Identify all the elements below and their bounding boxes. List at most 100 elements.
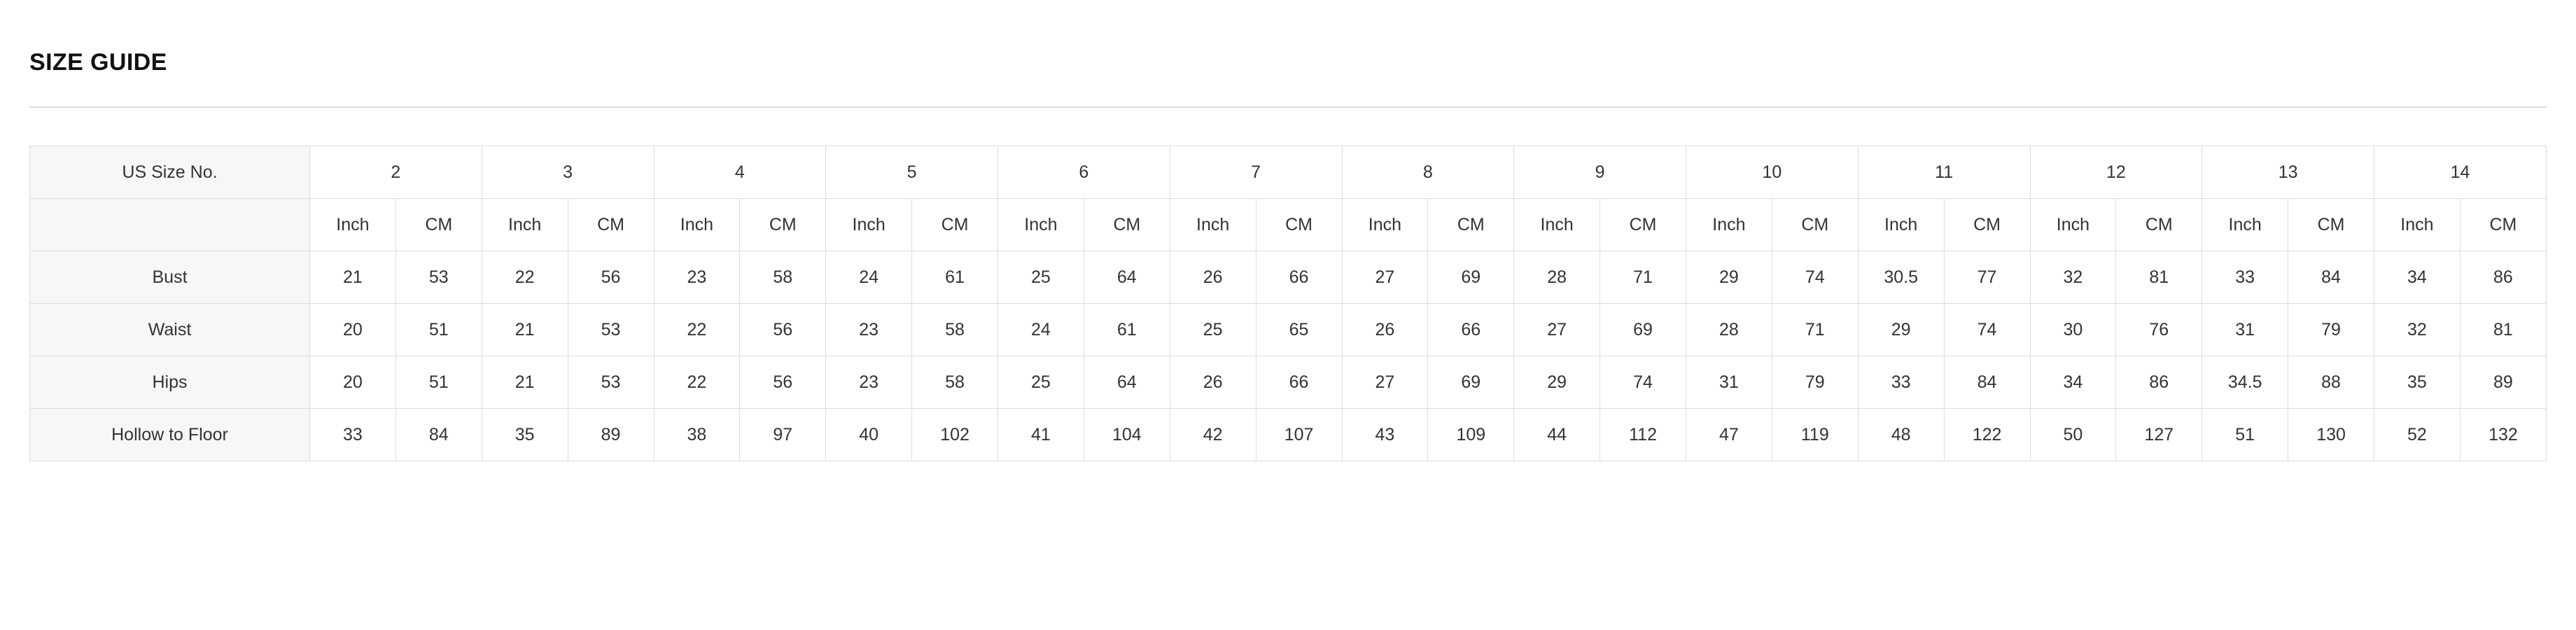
cell-waist-7-inch: 25	[1169, 303, 1256, 356]
cell-hips-5-inch: 23	[825, 356, 913, 409]
cell-waist-6-inch: 24	[997, 303, 1084, 356]
cell-hips-3-inch: 21	[481, 356, 568, 409]
unit-header-2-cm: CM	[395, 198, 482, 251]
cell-waist-7-cm: 65	[1255, 303, 1343, 356]
table-row: Waist 20 51 21 53 22 56 23 58 24 61 25 65 26 66 27 69 28 7…	[29, 303, 2547, 356]
cell-waist-13-inch: 31	[2202, 303, 2289, 356]
size-header-4: 4	[653, 146, 827, 199]
row-label-hollow-to-floor: Hollow to Floor	[29, 408, 310, 461]
cell-waist-3-inch: 21	[481, 303, 568, 356]
unit-header-7-cm: CM	[1255, 198, 1343, 251]
cell-bust-5-inch: 24	[825, 251, 913, 304]
unit-header-11-inch: Inch	[1857, 198, 1945, 251]
unit-header-5-inch: Inch	[825, 198, 913, 251]
cell-hollow-to-floor-7-inch: 42	[1169, 408, 1256, 461]
unit-header-12-cm: CM	[2115, 198, 2203, 251]
size-header-7: 7	[1169, 146, 1343, 199]
size-guide-table: US Size No. 2 3 4 5 6 7 8 9 10 11 12 13 14 Inch CM Inch C…	[29, 146, 2547, 461]
cell-waist-8-inch: 26	[1341, 303, 1429, 356]
size-header-6: 6	[997, 146, 1170, 199]
cell-waist-10-inch: 28	[1686, 303, 1772, 356]
unit-header-13-cm: CM	[2288, 198, 2374, 251]
cell-waist-9-cm: 69	[1600, 303, 1686, 356]
cell-bust-14-cm: 86	[2459, 251, 2547, 304]
size-header-11: 11	[1857, 146, 2031, 199]
cell-hollow-to-floor-11-inch: 48	[1857, 408, 1945, 461]
cell-waist-12-inch: 30	[2029, 303, 2117, 356]
cell-waist-4-cm: 56	[739, 303, 827, 356]
cell-waist-14-cm: 81	[2459, 303, 2547, 356]
cell-hollow-to-floor-6-inch: 41	[997, 408, 1084, 461]
cell-bust-12-inch: 32	[2029, 251, 2117, 304]
cell-hollow-to-floor-5-inch: 40	[825, 408, 913, 461]
cell-hips-12-inch: 34	[2029, 356, 2117, 409]
cell-waist-2-inch: 20	[309, 303, 396, 356]
cell-hips-11-inch: 33	[1857, 356, 1945, 409]
unit-header-3-cm: CM	[567, 198, 654, 251]
cell-bust-2-cm: 53	[395, 251, 482, 304]
unit-label-blank-cell	[29, 198, 310, 251]
cell-waist-11-cm: 74	[1943, 303, 2031, 356]
cell-bust-7-inch: 26	[1169, 251, 1256, 304]
cell-hollow-to-floor-14-inch: 52	[2374, 408, 2460, 461]
cell-hips-13-cm: 88	[2288, 356, 2374, 409]
cell-hips-4-cm: 56	[739, 356, 827, 409]
table-row: Bust 21 53 22 56 23 58 24 61 25 64 26 66 27 69 28 71 29 74…	[29, 251, 2547, 304]
cell-hips-12-cm: 86	[2115, 356, 2203, 409]
cell-hips-14-inch: 35	[2374, 356, 2460, 409]
title-divider	[29, 106, 2547, 108]
size-header-13: 13	[2202, 146, 2374, 199]
cell-hollow-to-floor-6-cm: 104	[1083, 408, 1170, 461]
cell-bust-6-inch: 25	[997, 251, 1084, 304]
cell-hollow-to-floor-14-cm: 132	[2459, 408, 2547, 461]
cell-hips-3-cm: 53	[567, 356, 654, 409]
cell-bust-9-cm: 71	[1600, 251, 1686, 304]
size-label-cell: US Size No.	[29, 146, 310, 199]
unit-header-7-inch: Inch	[1169, 198, 1256, 251]
cell-hollow-to-floor-2-inch: 33	[309, 408, 396, 461]
cell-bust-11-cm: 77	[1943, 251, 2031, 304]
cell-hips-9-inch: 29	[1513, 356, 1601, 409]
cell-hips-11-cm: 84	[1943, 356, 2031, 409]
row-label-waist: Waist	[29, 303, 310, 356]
cell-hollow-to-floor-3-cm: 89	[567, 408, 654, 461]
cell-hollow-to-floor-10-inch: 47	[1686, 408, 1772, 461]
cell-hollow-to-floor-3-inch: 35	[481, 408, 568, 461]
cell-hips-2-cm: 51	[395, 356, 482, 409]
size-table-container: US Size No. 2 3 4 5 6 7 8 9 10 11 12 13 14 Inch CM Inch C…	[29, 146, 2547, 461]
cell-bust-9-inch: 28	[1513, 251, 1601, 304]
unit-header-8-inch: Inch	[1341, 198, 1429, 251]
size-guide-page: SIZE GUIDE US Size No. 2 3 4 5 6 7 8 9 10 11 12 13 14…	[0, 0, 2576, 630]
cell-hips-2-inch: 20	[309, 356, 396, 409]
cell-bust-10-cm: 74	[1771, 251, 1858, 304]
unit-header-12-inch: Inch	[2029, 198, 2117, 251]
unit-header-8-cm: CM	[1427, 198, 1515, 251]
cell-bust-13-inch: 33	[2202, 251, 2289, 304]
cell-bust-6-cm: 64	[1083, 251, 1170, 304]
cell-bust-14-inch: 34	[2374, 251, 2460, 304]
cell-hollow-to-floor-4-cm: 97	[739, 408, 827, 461]
unit-header-11-cm: CM	[1943, 198, 2031, 251]
unit-header-14-cm: CM	[2459, 198, 2547, 251]
cell-hollow-to-floor-5-cm: 102	[911, 408, 998, 461]
cell-bust-4-inch: 23	[653, 251, 741, 304]
unit-header-14-inch: Inch	[2374, 198, 2460, 251]
cell-hips-13-inch: 34.5	[2202, 356, 2289, 409]
cell-bust-2-inch: 21	[309, 251, 396, 304]
cell-bust-11-inch: 30.5	[1857, 251, 1945, 304]
cell-hollow-to-floor-2-cm: 84	[395, 408, 482, 461]
cell-waist-13-cm: 79	[2288, 303, 2374, 356]
cell-hips-4-inch: 22	[653, 356, 741, 409]
cell-hollow-to-floor-11-cm: 122	[1943, 408, 2031, 461]
cell-hips-8-inch: 27	[1341, 356, 1429, 409]
cell-bust-10-inch: 29	[1686, 251, 1772, 304]
cell-bust-8-cm: 69	[1427, 251, 1515, 304]
cell-hips-5-cm: 58	[911, 356, 998, 409]
table-row: Hips 20 51 21 53 22 56 23 58 25 64 26 66 27 69 29 74 31 79…	[29, 356, 2547, 409]
size-header-10: 10	[1686, 146, 1858, 199]
cell-hollow-to-floor-10-cm: 119	[1771, 408, 1858, 461]
unit-header-13-inch: Inch	[2202, 198, 2289, 251]
unit-header-2-inch: Inch	[309, 198, 396, 251]
cell-hollow-to-floor-8-inch: 43	[1341, 408, 1429, 461]
row-label-hips: Hips	[29, 356, 310, 409]
